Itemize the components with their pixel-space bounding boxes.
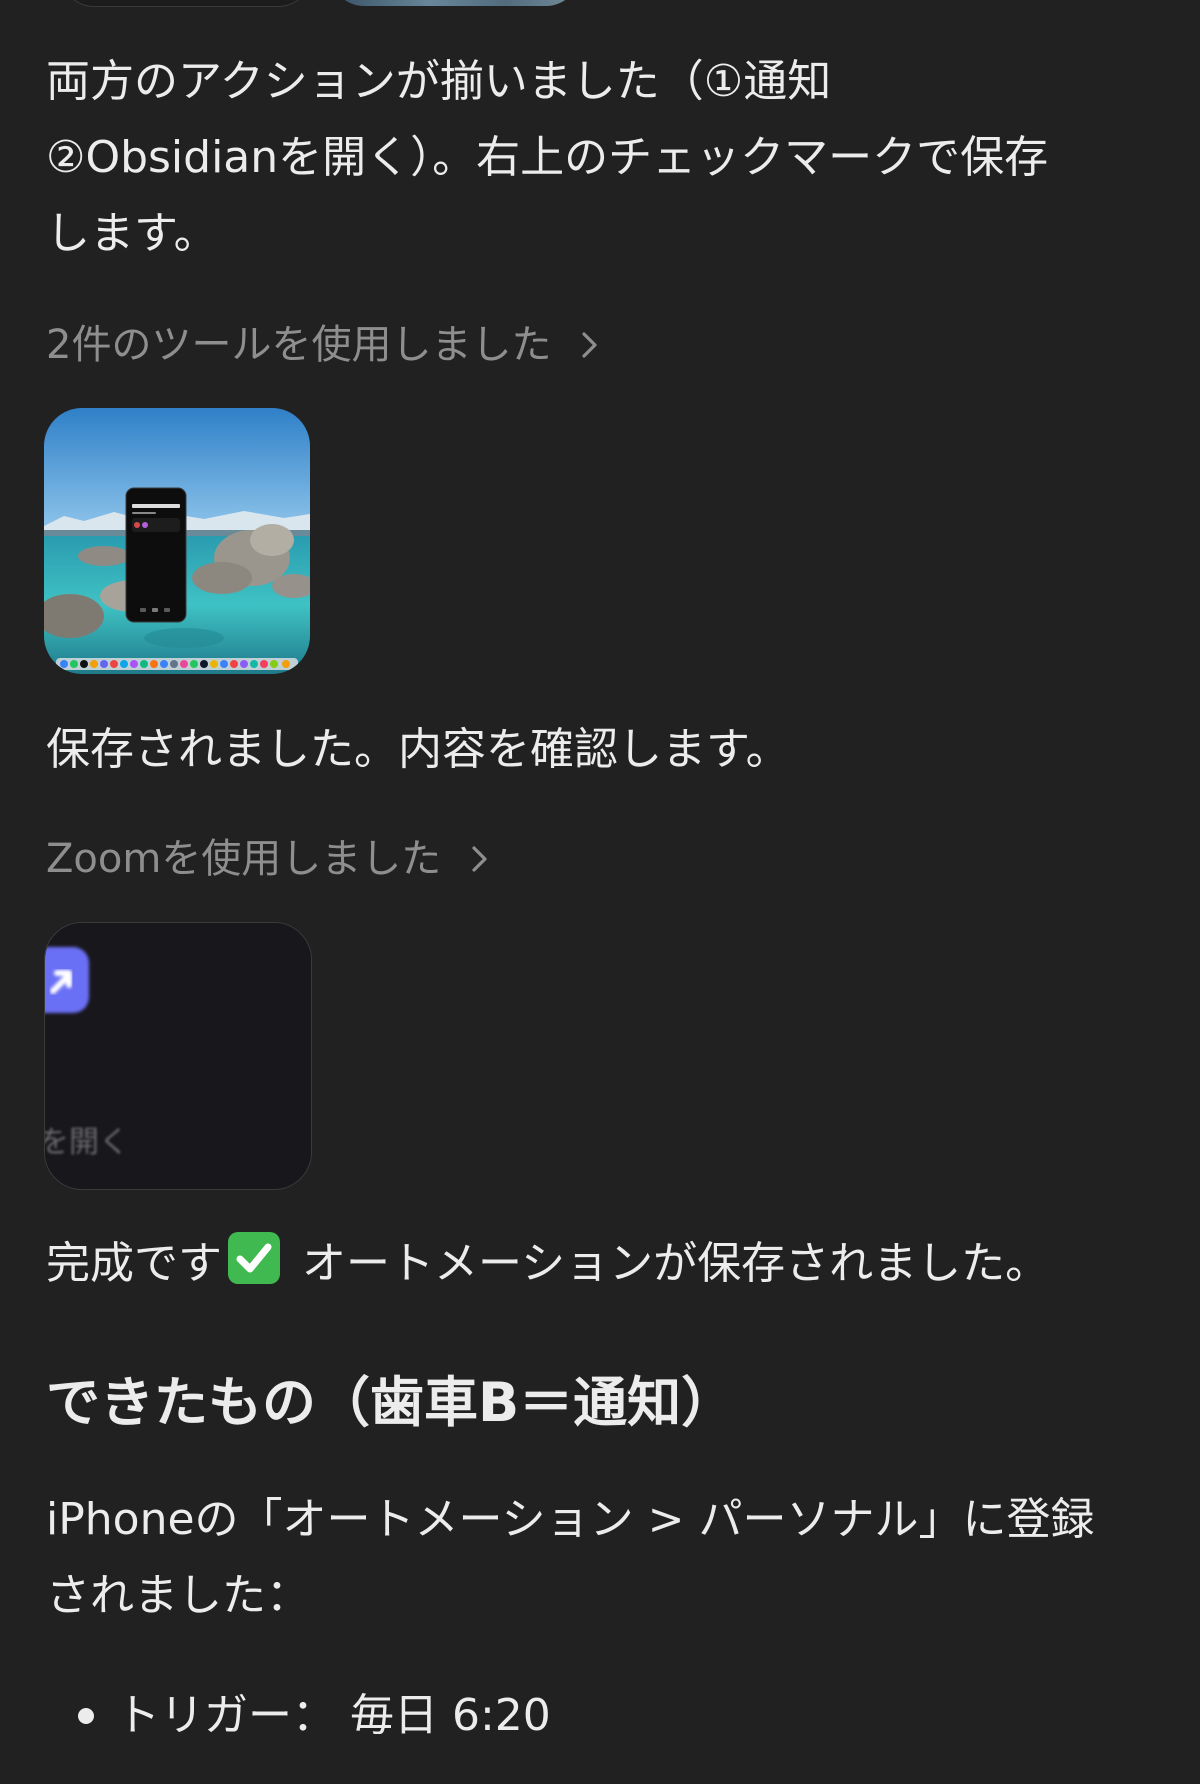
message-line: ②Obsidianを開く）。右上のチェックマークで保存: [46, 132, 1049, 183]
tool-usage-toggle-1[interactable]: 2件のツールを使用しました: [46, 320, 605, 370]
assistant-message-2: 保存されました。内容を確認します。: [46, 712, 1156, 788]
bullet-list: トリガー： 毎日 6:20: [46, 1688, 551, 1744]
list-item: トリガー： 毎日 6:20: [46, 1688, 551, 1744]
chevron-right-icon: [582, 332, 598, 358]
tool-usage-label: Zoomを使用しました: [46, 836, 442, 882]
screenshot-thumbnail-desktop[interactable]: [44, 408, 310, 674]
assistant-message-3: 完成です オートメーションが保存されました。: [46, 1226, 1156, 1302]
section-heading: できたもの（歯車B＝通知）: [46, 1371, 736, 1434]
tool-usage-label: 2件のツールを使用しました: [46, 322, 552, 368]
previous-thumbnail-photo[interactable]: [330, 0, 580, 6]
screenshot-thumbnail-zoom[interactable]: を開く: [44, 922, 312, 1190]
message-line: 両方のアクションが揃いました（①通知: [46, 56, 832, 107]
previous-thumbnails: [46, 0, 1156, 8]
chevron-right-icon: [472, 846, 487, 872]
tool-usage-toggle-2[interactable]: Zoomを使用しました: [46, 834, 495, 884]
previous-thumbnail-dark[interactable]: [60, 0, 312, 7]
assistant-message-1: 両方のアクションが揃いました（①通知 ②Obsidianを開く）。右上のチェック…: [46, 44, 1156, 272]
white-check-mark-icon: [228, 1232, 280, 1284]
message-text: オートメーションが保存されました。: [288, 1238, 1050, 1289]
message-line: iPhoneの「オートメーション > パーソナル」に登録: [46, 1494, 1095, 1545]
blurred-zoom-text: を開く: [44, 1125, 129, 1160]
list-item-text: トリガー： 毎日 6:20: [116, 1690, 551, 1741]
bullet-dot: [78, 1708, 94, 1724]
message-line: します。: [46, 208, 218, 259]
message-text: 完成です: [46, 1238, 222, 1289]
message-line: されました：: [46, 1570, 310, 1621]
assistant-message-4: iPhoneの「オートメーション > パーソナル」に登録 されました：: [46, 1482, 1156, 1634]
message-line: 保存されました。内容を確認します。: [46, 724, 790, 775]
